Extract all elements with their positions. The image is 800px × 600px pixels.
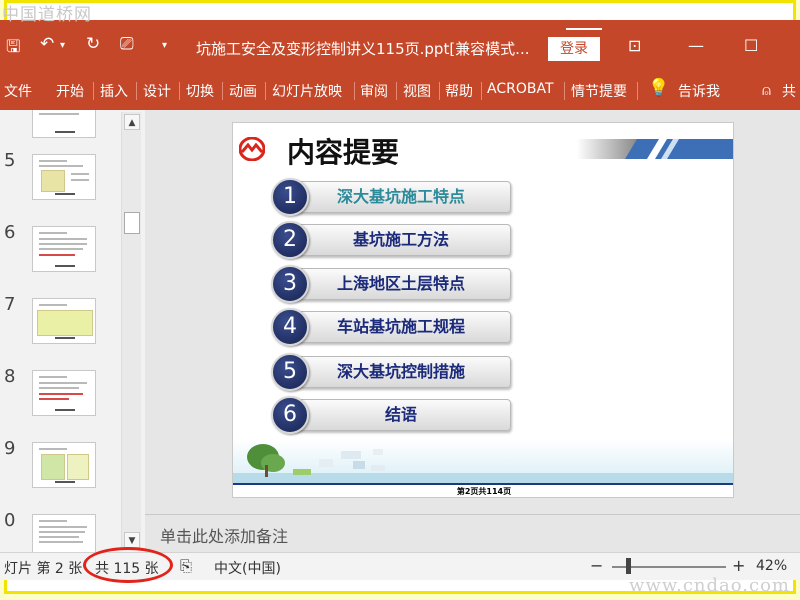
slide-number: 9 [4, 438, 16, 459]
tab-transitions[interactable]: 切换 [186, 81, 214, 101]
lightbulb-icon: 💡 [648, 78, 670, 98]
tab-view[interactable]: 视图 [403, 81, 431, 101]
item-number-badge: 6 [271, 396, 309, 434]
scroll-down-icon[interactable]: ▼ [124, 532, 140, 548]
tab-insert[interactable]: 插入 [100, 81, 128, 101]
tab-file[interactable]: 文件 [4, 81, 32, 101]
window-handle [566, 28, 602, 30]
slide-thumbnail[interactable] [32, 442, 96, 488]
slide-position: 灯片 第 2 张 [4, 561, 83, 577]
metro-logo-icon [239, 137, 265, 161]
notes-placeholder[interactable]: 单击此处添加备注 [160, 523, 288, 547]
slide-thumbnail[interactable] [32, 298, 96, 344]
login-button[interactable]: 登录 [548, 37, 600, 61]
slide-number: 7 [4, 294, 16, 315]
tab-design[interactable]: 设计 [143, 81, 171, 101]
item-number-badge: 1 [271, 178, 309, 216]
current-slide[interactable]: 内容提要 深大基坑施工特点 1 基坑施工方法 2 上海地区土层特点 3 车站基坑… [232, 122, 734, 498]
item-number-badge: 5 [271, 353, 309, 391]
tree-landscape-icon [233, 444, 733, 483]
item-number-badge: 4 [271, 308, 309, 346]
language-indicator[interactable]: 中文(中国) [214, 558, 281, 578]
tab-acrobat[interactable]: ACROBAT [487, 81, 554, 97]
ribbon-tabs: 文件 开始 插入 设计 切换 动画 幻灯片放映 审阅 视图 帮助 ACROBAT… [0, 72, 800, 110]
zoom-in-button[interactable]: + [732, 556, 745, 575]
slide-number: 5 [4, 150, 16, 171]
present-icon[interactable]: ⎚ [120, 34, 134, 54]
highlight-ellipse [83, 547, 173, 583]
zoom-slider-handle[interactable] [626, 558, 631, 574]
window-title: 坑施工安全及变形控制讲义115页.ppt[兼容模式... [196, 40, 530, 58]
slide-thumbnail[interactable] [32, 110, 96, 138]
scrollbar-thumb[interactable] [124, 212, 140, 234]
slide-thumbnail[interactable] [32, 226, 96, 272]
tab-storyboard[interactable]: 情节提要 [571, 81, 627, 101]
watermark-top: 中国道桥网 [2, 5, 92, 25]
redo-icon[interactable]: ↻ [86, 34, 100, 54]
minimize-icon[interactable]: — [688, 36, 704, 55]
item-label: 车站基坑施工规程 [291, 311, 511, 343]
customize-toolbar-icon[interactable]: ▾ [162, 40, 167, 51]
thumbnail-scrollbar[interactable]: ▲ ▼ [121, 112, 141, 550]
item-label: 上海地区土层特点 [291, 268, 511, 300]
scroll-up-icon[interactable]: ▲ [124, 114, 140, 130]
spellcheck-icon[interactable]: ⎘ [180, 557, 192, 575]
tab-slideshow[interactable]: 幻灯片放映 [272, 81, 342, 101]
share-person-icon[interactable]: ⍝ [762, 81, 771, 99]
watermark-bottom: www.cndao.com [629, 575, 790, 596]
tell-me-search[interactable]: 告诉我 [678, 81, 720, 101]
tab-help[interactable]: 帮助 [445, 81, 473, 101]
slide-thumbnail[interactable] [32, 154, 96, 200]
ribbon-display-icon[interactable]: ⊡ [628, 36, 641, 55]
slide-number: 0 [4, 510, 16, 531]
slide-bottom-decoration [233, 439, 733, 483]
slide-title: 内容提要 [287, 136, 400, 169]
undo-dropdown-icon[interactable]: ▾ [60, 40, 65, 51]
slide-number: 8 [4, 366, 16, 387]
slide-thumbnail[interactable] [32, 370, 96, 416]
zoom-out-button[interactable]: − [590, 556, 603, 575]
share-button[interactable]: 共 [782, 81, 796, 101]
zoom-level[interactable]: 42% [756, 558, 787, 574]
slide-thumbnail[interactable] [32, 514, 96, 552]
notes-pane[interactable]: 单击此处添加备注 [145, 514, 800, 552]
item-label: 深大基坑控制措施 [291, 356, 511, 388]
undo-icon[interactable]: ↶ [40, 34, 54, 54]
item-label: 深大基坑施工特点 [291, 181, 511, 213]
tab-home[interactable]: 开始 [56, 81, 84, 101]
item-label: 结语 [291, 399, 511, 431]
tab-animations[interactable]: 动画 [229, 81, 257, 101]
header-decoration [577, 139, 733, 159]
maximize-icon[interactable]: ☐ [744, 36, 758, 55]
item-number-badge: 3 [271, 265, 309, 303]
item-number-badge: 2 [271, 221, 309, 259]
tab-review[interactable]: 审阅 [360, 81, 388, 101]
save-icon[interactable]: 🖫 [6, 34, 20, 63]
slide-number: 6 [4, 222, 16, 243]
title-bar: 🖫 ↶ ▾ ↻ ⎚ ▾ 坑施工安全及变形控制讲义115页.ppt[兼容模式...… [0, 20, 800, 72]
item-label: 基坑施工方法 [291, 224, 511, 256]
slide-page-footer: 第2页共114页 [233, 483, 733, 497]
